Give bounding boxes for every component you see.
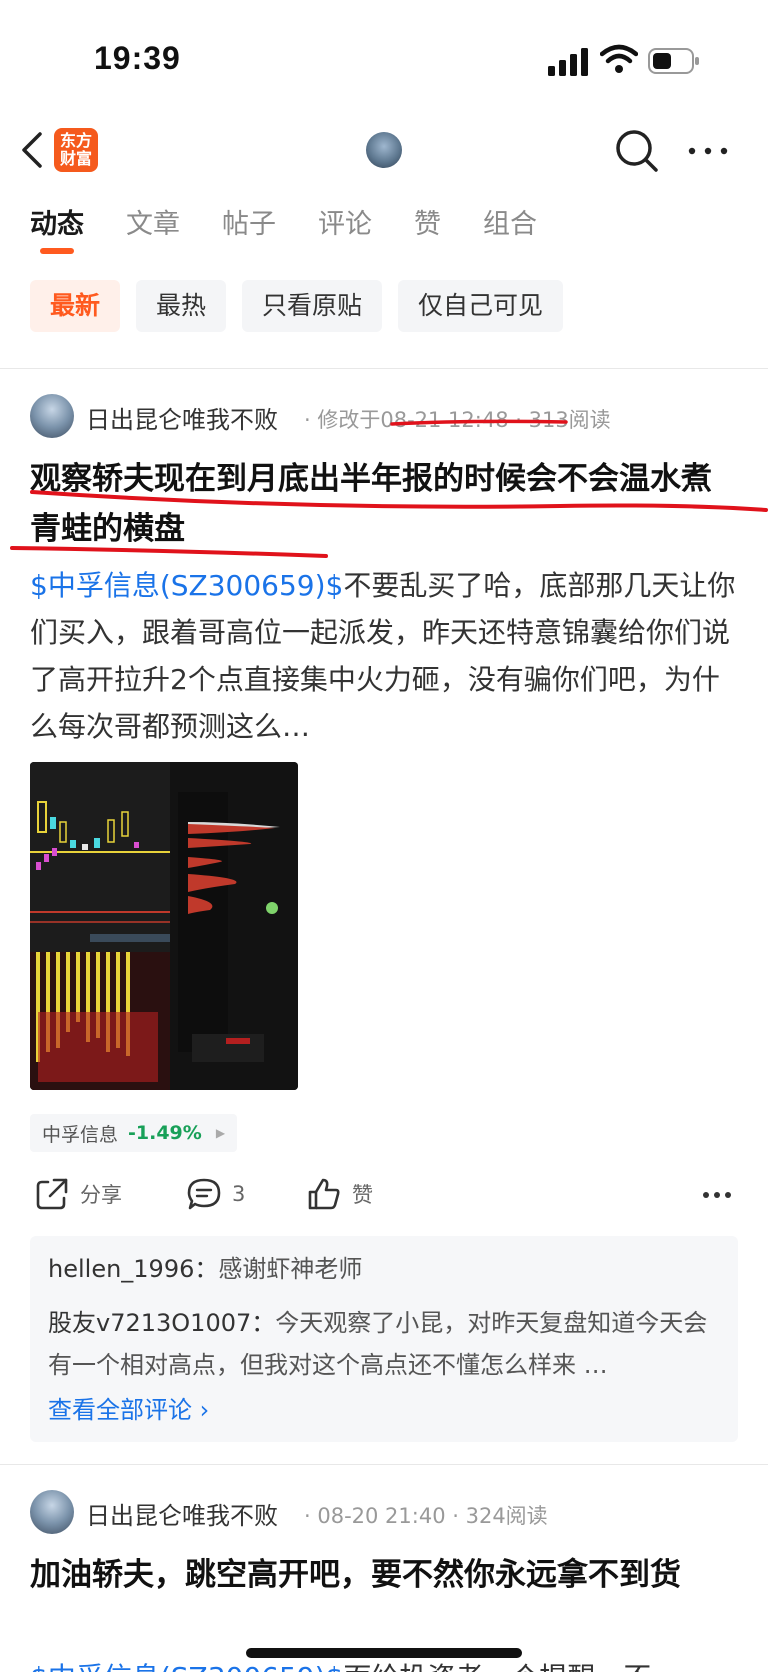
app-logo: 东方 财富: [54, 128, 98, 172]
post-meta: · 08-20 21:40 · 324阅读: [304, 1504, 548, 1528]
status-bar: 19:39: [0, 0, 768, 120]
view-all-comments-link[interactable]: 查看全部评论 ›: [48, 1390, 209, 1425]
comment-user[interactable]: hellen_1996：: [48, 1255, 218, 1283]
post-divider: [0, 1464, 768, 1465]
more-icon[interactable]: [686, 136, 730, 166]
search-icon[interactable]: [614, 128, 660, 174]
comment-text: 感谢虾神老师: [218, 1255, 363, 1283]
filter-hot[interactable]: 最热: [136, 280, 227, 332]
stock-name: 中孚信息: [42, 1123, 119, 1146]
comment-user[interactable]: 股友v7213O1007：: [48, 1309, 275, 1337]
comment-icon: [187, 1178, 221, 1210]
post-title[interactable]: 加油轿夫，跳空高开吧，要不然你永远拿不到货: [30, 1550, 740, 1600]
post-image[interactable]: [30, 762, 298, 1090]
like-label: 赞: [352, 1183, 373, 1207]
comment-preview-box: hellen_1996：感谢虾神老师 股友v7213O1007：今天观察了小昆，…: [30, 1236, 738, 1442]
comment-item[interactable]: 股友v7213O1007：今天观察了小昆，对昨天复盘知道今天会有一个相对高点，但…: [48, 1302, 728, 1386]
stock-link[interactable]: $中孚信息(SZ300659)$: [30, 1661, 343, 1672]
tab-comments[interactable]: 评论: [318, 202, 372, 258]
post-body[interactable]: $中孚信息(SZ300659)$不要乱买了哈，底部那几天让你们买入，跟着哥高位一…: [30, 562, 742, 750]
logo-text-top: 东方: [59, 131, 92, 150]
tab-likes[interactable]: 赞: [414, 202, 441, 258]
thumbs-up-icon: [308, 1178, 340, 1210]
section-divider: [0, 368, 768, 369]
tab-dynamic[interactable]: 动态: [30, 202, 84, 258]
filter-bar: 最新 最热 只看原贴 仅自己可见: [30, 280, 579, 332]
filter-latest[interactable]: 最新: [30, 280, 121, 332]
wifi-icon: [600, 44, 638, 73]
comment-count: 3: [232, 1182, 246, 1206]
post-more-icon[interactable]: [702, 1190, 732, 1200]
tab-bar: 动态 文章 帖子 评论 赞 组合: [30, 202, 579, 258]
comment-button[interactable]: 3: [186, 1176, 245, 1212]
author-avatar[interactable]: [30, 394, 74, 438]
stock-change: -1.49%: [128, 1122, 202, 1144]
signal-icon: [548, 48, 588, 76]
comment-item[interactable]: hellen_1996：感谢虾神老师: [48, 1248, 728, 1290]
share-label: 分享: [80, 1183, 122, 1207]
post-author[interactable]: 日出昆仑唯我不败: [86, 1496, 278, 1531]
like-button[interactable]: 赞: [306, 1176, 373, 1212]
author-avatar[interactable]: [30, 1490, 74, 1534]
status-time: 19:39: [94, 40, 181, 76]
battery-icon: [648, 48, 699, 74]
back-icon[interactable]: [14, 128, 58, 172]
post-body-text: 面给投资者一个提醒，不: [343, 1661, 651, 1672]
post-meta: · 修改于08-21 12:48 · 313阅读: [304, 408, 611, 432]
share-button[interactable]: 分享: [34, 1176, 122, 1212]
tab-posts[interactable]: 帖子: [222, 202, 276, 258]
tab-portfolio[interactable]: 组合: [483, 202, 537, 258]
tab-articles[interactable]: 文章: [126, 202, 180, 258]
home-indicator: [246, 1648, 522, 1658]
play-arrow-icon: ▶: [215, 1126, 226, 1140]
post-title[interactable]: 观察轿夫现在到月底出半年报的时候会不会温水煮青蛙的横盘: [30, 454, 740, 554]
post-author[interactable]: 日出昆仑唯我不败: [86, 400, 278, 435]
profile-avatar[interactable]: [366, 132, 402, 168]
stock-link[interactable]: $中孚信息(SZ300659)$: [30, 569, 343, 602]
filter-private[interactable]: 仅自己可见: [398, 280, 564, 332]
logo-text-bottom: 财富: [59, 149, 92, 168]
stock-quote-tag[interactable]: 中孚信息 -1.49% ▶: [30, 1114, 238, 1152]
filter-original-only[interactable]: 只看原贴: [242, 280, 383, 332]
share-icon: [36, 1178, 68, 1210]
